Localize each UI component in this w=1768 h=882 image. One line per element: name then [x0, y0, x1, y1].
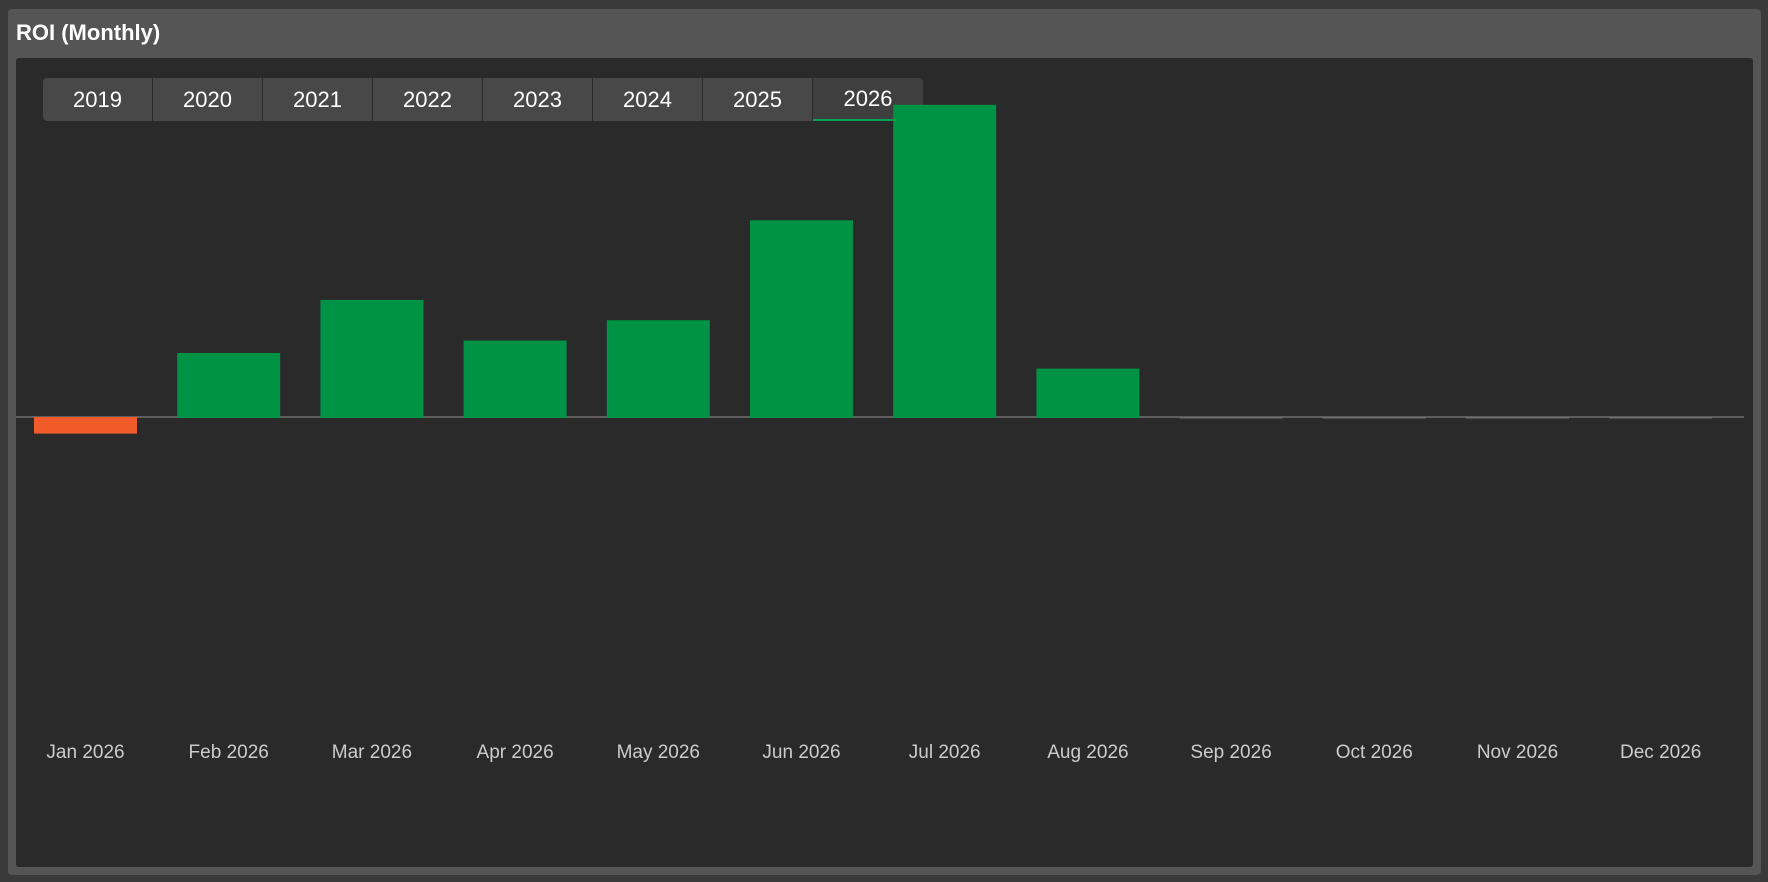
x-tick-label: Sep 2026 — [1190, 742, 1271, 763]
x-tick-label: Dec 2026 — [1620, 742, 1701, 763]
x-tick-label: Jun 2026 — [762, 742, 840, 763]
bar-jan-2026[interactable] — [34, 417, 137, 434]
panel-title: ROI (Monthly) — [16, 20, 161, 45]
bar-feb-2026[interactable] — [177, 353, 281, 418]
roi-bar-chart: Jan 2026 Feb 2026 Mar 2026 Apr 2026 May 2026… — [16, 104, 1744, 763]
bar-oct-2026[interactable] — [1322, 417, 1426, 419]
x-tick-label: Aug 2026 — [1047, 742, 1128, 763]
x-tick-label: May 2026 — [617, 742, 700, 763]
bar-nov-2026[interactable] — [1466, 417, 1569, 419]
bar-dec-2026[interactable] — [1609, 417, 1713, 419]
bar-may-2026[interactable] — [606, 320, 710, 418]
bar-jun-2026[interactable] — [750, 220, 853, 418]
x-tick-label: Jan 2026 — [46, 742, 124, 763]
bar-aug-2026[interactable] — [1036, 368, 1140, 418]
x-tick-label: Feb 2026 — [189, 742, 269, 763]
x-tick-label: Mar 2026 — [332, 742, 412, 763]
x-tick-label: Apr 2026 — [477, 742, 554, 763]
bar-jul-2026[interactable] — [893, 104, 997, 419]
x-tick-label: Nov 2026 — [1477, 742, 1558, 763]
roi-panel: ROI (Monthly) 2019 2020 2021 2022 2023 2024 20… — [8, 9, 1761, 875]
bar-sep-2026[interactable] — [1179, 417, 1283, 419]
bar-mar-2026[interactable] — [320, 299, 424, 418]
x-tick-label: Jul 2026 — [909, 742, 981, 763]
bar-apr-2026[interactable] — [463, 340, 567, 418]
chart-container: 2019 2020 2021 2022 2023 2024 2025 2026 Jan 202… — [16, 58, 1753, 867]
x-tick-label: Oct 2026 — [1336, 742, 1413, 763]
